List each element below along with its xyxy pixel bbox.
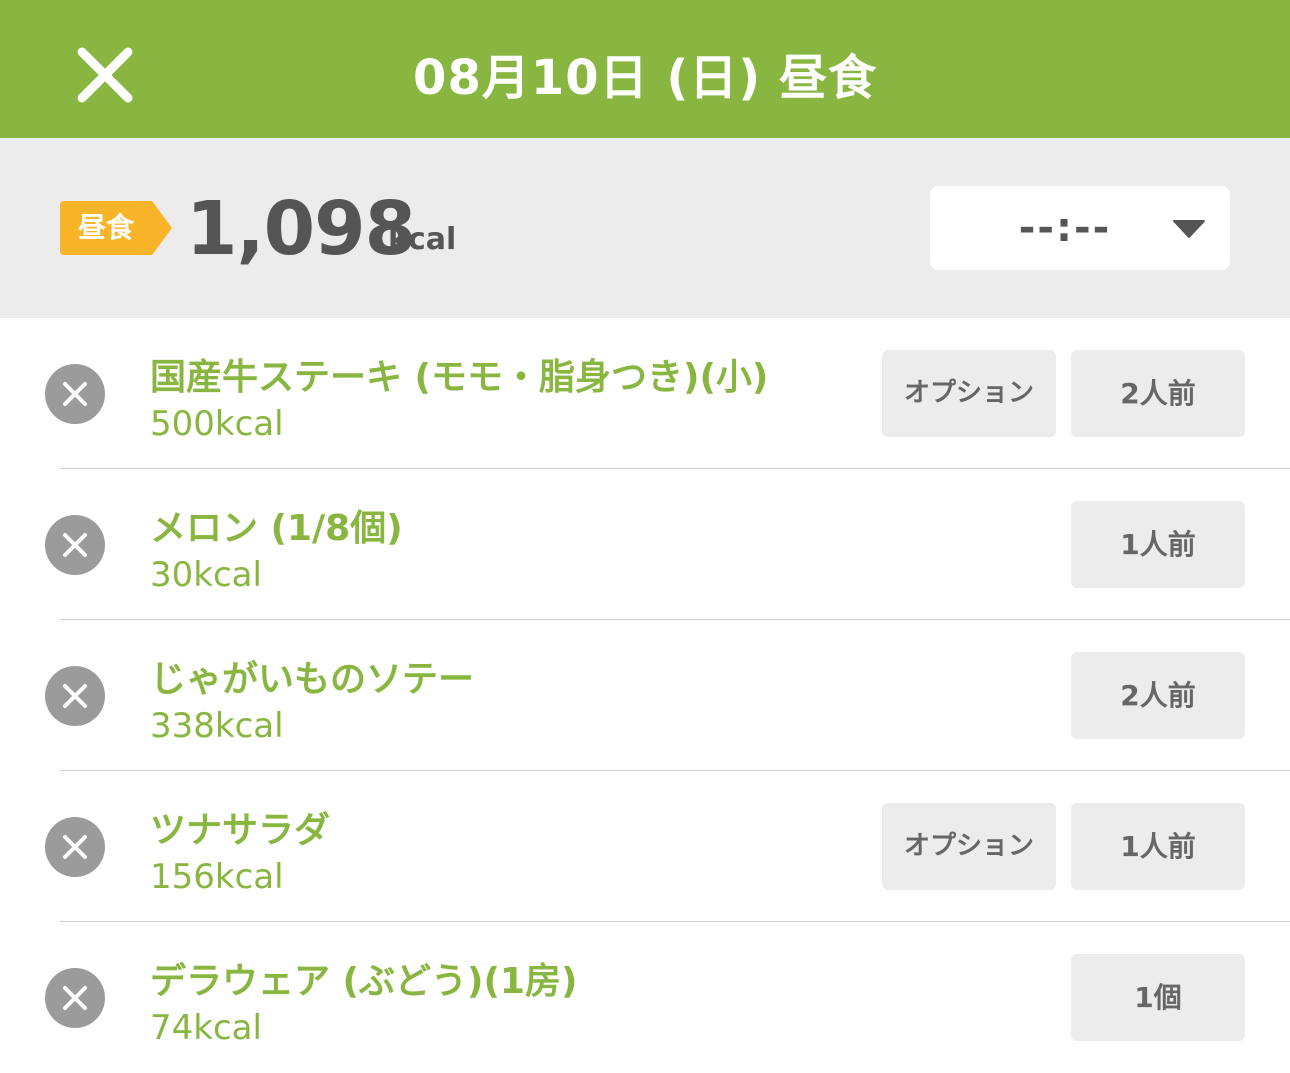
option-button[interactable]: オプション [882, 350, 1056, 437]
header-bar: 08月10日 (日) 昼食 [0, 0, 1290, 138]
food-kcal: 338kcal [150, 706, 284, 746]
food-name: 国産牛ステーキ (モモ・脂身つき)(小) [150, 357, 769, 398]
serving-button[interactable]: 1人前 [1071, 501, 1245, 588]
meal-summary: 昼食 1,098 kcal --:-- [0, 138, 1290, 318]
food-item: 国産牛ステーキ (モモ・脂身つき)(小) 500kcal オプション 2人前 [0, 318, 1290, 469]
option-button[interactable]: オプション [882, 803, 1056, 890]
remove-icon [45, 364, 105, 424]
remove-item-button[interactable] [45, 515, 105, 575]
food-item: メロン (1/8個) 30kcal 1人前 [0, 469, 1290, 620]
serving-button[interactable]: 1個 [1071, 954, 1245, 1041]
food-kcal: 74kcal [150, 1008, 262, 1048]
chevron-down-icon [1173, 220, 1205, 238]
page-title: 08月10日 (日) 昼食 [413, 50, 877, 106]
food-name: メロン (1/8個) [150, 508, 403, 549]
remove-item-button[interactable] [45, 968, 105, 1028]
remove-item-button[interactable] [45, 817, 105, 877]
time-value: --:-- [1018, 205, 1112, 251]
kcal-unit: kcal [388, 222, 457, 257]
food-kcal: 30kcal [150, 555, 262, 595]
remove-item-button[interactable] [45, 666, 105, 726]
food-name: じゃがいものソテー [150, 659, 475, 700]
remove-icon [45, 968, 105, 1028]
food-name: デラウェア (ぶどう)(1房) [150, 961, 578, 1002]
food-list: 国産牛ステーキ (モモ・脂身つき)(小) 500kcal オプション 2人前 メ… [0, 318, 1290, 1073]
food-item: ツナサラダ 156kcal オプション 1人前 [0, 771, 1290, 922]
remove-icon [45, 817, 105, 877]
remove-icon [45, 515, 105, 575]
time-select[interactable]: --:-- [930, 186, 1230, 270]
remove-icon [45, 666, 105, 726]
remove-item-button[interactable] [45, 364, 105, 424]
meal-badge-label: 昼食 [77, 211, 134, 244]
food-item: デラウェア (ぶどう)(1房) 74kcal 1個 [0, 922, 1290, 1073]
total-kcal: 1,098 [186, 186, 416, 272]
serving-button[interactable]: 1人前 [1071, 803, 1245, 890]
serving-button[interactable]: 2人前 [1071, 652, 1245, 739]
serving-button[interactable]: 2人前 [1071, 350, 1245, 437]
food-name: ツナサラダ [150, 810, 331, 851]
food-kcal: 156kcal [150, 857, 284, 897]
food-item: じゃがいものソテー 338kcal 2人前 [0, 620, 1290, 771]
food-kcal: 500kcal [150, 404, 284, 444]
